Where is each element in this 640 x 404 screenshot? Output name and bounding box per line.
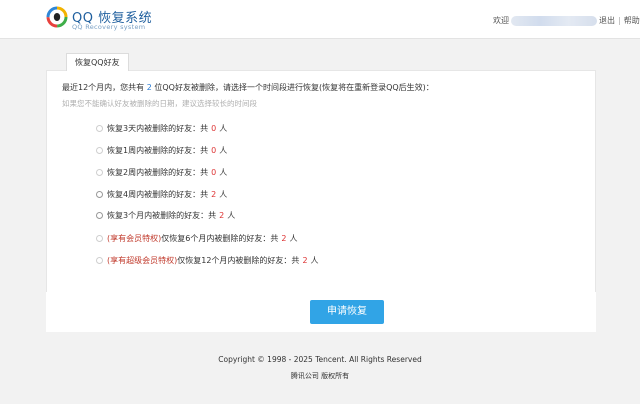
option-unit: 人: [227, 211, 236, 220]
option-unit: 人: [219, 146, 228, 155]
option-unit: 人: [219, 190, 228, 199]
option-unit: 人: [219, 124, 228, 133]
user-welcome: 欢迎 退出 | 帮助: [493, 15, 640, 26]
vip-badge: (享有会员特权): [107, 234, 162, 243]
tab-recover-friends[interactable]: 恢复QQ好友: [66, 53, 129, 71]
option-label: 仅恢复6个月内被删除的好友：共: [161, 234, 279, 243]
option-unit: 人: [219, 168, 228, 177]
radio-button[interactable]: [96, 169, 103, 176]
option-label: 仅恢复12个月内被删除的好友：共: [177, 256, 300, 265]
option-label: 恢复2周内被删除的好友：共: [107, 168, 209, 177]
radio-button[interactable]: [96, 147, 103, 154]
option-count: 0: [211, 168, 217, 177]
logout-link[interactable]: 退出: [599, 16, 615, 25]
apply-recovery-button[interactable]: 申请恢复: [310, 300, 384, 324]
option-6-months-vip[interactable]: (享有会员特权) 仅恢复6个月内被删除的好友：共 2 人: [96, 233, 297, 244]
option-count: 2: [281, 234, 287, 243]
radio-button[interactable]: [96, 191, 103, 198]
logo-subtitle: QQ Recovery system: [72, 23, 146, 31]
option-label: 恢复4周内被删除的好友：共: [107, 190, 209, 199]
hint-text: 如果您不能确认好友被删除的日期，建议选择较长的时间段: [62, 99, 257, 108]
divider: |: [618, 16, 621, 25]
radio-button[interactable]: [96, 212, 103, 219]
option-count: 2: [211, 190, 217, 199]
intro-part1: 最近12个月内，您共有: [62, 83, 145, 92]
option-3-months[interactable]: 恢复3个月内被删除的好友：共 2 人: [96, 210, 235, 221]
option-count: 0: [211, 146, 217, 155]
option-unit: 人: [310, 256, 319, 265]
option-count: 2: [219, 211, 225, 220]
radio-button[interactable]: [96, 257, 103, 264]
option-3-days[interactable]: 恢复3天内被删除的好友：共 0 人: [96, 123, 227, 134]
option-2-weeks[interactable]: 恢复2周内被删除的好友：共 0 人: [96, 167, 227, 178]
option-count: 0: [211, 124, 217, 133]
header-bar: QQ 恢复系统 QQ Recovery system 欢迎 退出 | 帮助: [0, 0, 640, 39]
option-label: 恢复1周内被删除的好友：共: [107, 146, 209, 155]
option-unit: 人: [289, 234, 298, 243]
blurred-username: [511, 15, 597, 26]
radio-button[interactable]: [96, 125, 103, 132]
radio-button[interactable]: [96, 235, 103, 242]
intro-part2: 位QQ好友被删除，请选择一个时间段进行恢复(恢复将在重新登录QQ后生效)：: [154, 83, 434, 92]
option-label: 恢复3个月内被删除的好友：共: [107, 211, 217, 220]
company-text: 腾讯公司 版权所有: [290, 372, 350, 380]
option-count: 2: [302, 256, 308, 265]
deleted-count: 2: [146, 83, 152, 92]
option-label: 恢复3天内被删除的好友：共: [107, 124, 209, 133]
intro-text: 最近12个月内，您共有 2 位QQ好友被删除，请选择一个时间段进行恢复(恢复将在…: [62, 82, 434, 93]
help-link[interactable]: 帮助: [624, 16, 640, 25]
option-12-months-svip[interactable]: (享有超级会员特权) 仅恢复12个月内被删除的好友：共 2 人: [96, 255, 319, 266]
welcome-prefix: 欢迎: [493, 16, 509, 25]
option-4-weeks[interactable]: 恢复4周内被删除的好友：共 2 人: [96, 189, 227, 200]
qq-recovery-logo-icon: [46, 6, 68, 28]
svip-badge: (享有超级会员特权): [107, 256, 178, 265]
option-1-week[interactable]: 恢复1周内被删除的好友：共 0 人: [96, 145, 227, 156]
copyright-text: Copyright © 1998 - 2025 Tencent. All Rig…: [218, 355, 422, 364]
